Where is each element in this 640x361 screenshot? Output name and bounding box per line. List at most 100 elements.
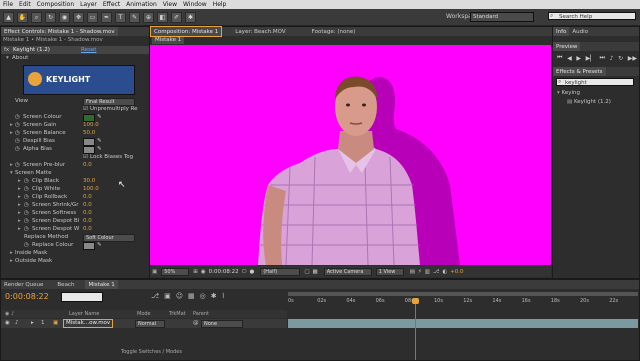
menu-file[interactable]: File (3, 1, 13, 8)
menu-animation[interactable]: Animation (126, 1, 157, 8)
stopwatch-icon[interactable]: ◷ (15, 129, 20, 137)
stopwatch-icon[interactable]: ◷ (24, 209, 29, 217)
selection-tool-icon[interactable]: ▲ (3, 11, 14, 23)
visibility-eye-icon[interactable]: ◉ (5, 320, 10, 326)
camera-snapshot-icon[interactable]: ⎔ (242, 269, 247, 275)
effects-presets-tab[interactable]: Effects & Presets (553, 67, 606, 76)
composition-tab[interactable]: Composition: Mistake 1 (150, 26, 223, 37)
brainstorm-icon[interactable]: ✱ (211, 292, 217, 300)
menu-help[interactable]: Help (213, 1, 227, 8)
next-frame-icon[interactable]: ▶▏ (586, 55, 595, 62)
roto-brush-icon[interactable]: ✐ (171, 11, 182, 23)
motion-blur-icon[interactable]: ◎ (200, 292, 206, 300)
expand-triangle-icon[interactable]: ▸ (10, 121, 13, 129)
screen-softness-value[interactable]: 0.0 (83, 209, 92, 217)
transparency-grid-icon[interactable]: ▦ (313, 269, 318, 275)
views-dropdown[interactable]: 1 View (375, 267, 404, 276)
stopwatch-icon[interactable]: ◷ (15, 145, 20, 153)
stopwatch-icon[interactable]: ◷ (24, 241, 29, 249)
expand-triangle-icon[interactable]: ▾ (557, 90, 560, 96)
prev-frame-icon[interactable]: ◀ (567, 55, 572, 62)
stopwatch-icon[interactable]: ◷ (15, 121, 20, 129)
screen-preblur-value[interactable]: 0.0 (83, 161, 92, 169)
expand-triangle-icon[interactable]: ▸ (10, 249, 13, 257)
despot-black-value[interactable]: 0.0 (83, 217, 92, 225)
stopwatch-icon[interactable]: ◷ (24, 185, 29, 193)
type-tool-icon[interactable]: T (115, 11, 126, 23)
eyedropper-icon[interactable]: ✎ (97, 137, 102, 145)
expand-triangle-icon[interactable]: ▸ (18, 177, 21, 185)
menu-window[interactable]: Window (183, 1, 207, 8)
ram-preview-icon[interactable]: ▶▶ (628, 55, 637, 62)
reset-link[interactable]: Reset (81, 46, 96, 54)
expand-triangle-icon[interactable]: ▸ (31, 320, 34, 326)
stopwatch-icon[interactable]: ◷ (24, 193, 29, 201)
flowchart-icon[interactable]: ⎇ (433, 269, 439, 275)
clone-tool-icon[interactable]: ⊕ (143, 11, 154, 23)
info-tab[interactable]: Info (553, 27, 570, 36)
snapshot-icon[interactable]: ◉ (201, 269, 206, 275)
menu-view[interactable]: View (163, 1, 177, 8)
layer-row[interactable]: ◉ ♪ ▸ 1 ▣ Mistak...ow.mov Normal @ None (1, 319, 287, 328)
menu-composition[interactable]: Composition (37, 1, 74, 8)
expand-triangle-icon[interactable]: ▸ (18, 193, 21, 201)
expand-triangle-icon[interactable]: ▾ (10, 169, 13, 177)
eraser-tool-icon[interactable]: ◧ (157, 11, 168, 23)
clip-rollback-value[interactable]: 0.0 (83, 193, 92, 201)
toggle-switches-modes-button[interactable]: Toggle Switches / Modes (121, 349, 182, 355)
grid-icon[interactable]: ⊞ (193, 269, 198, 275)
playhead-handle[interactable] (412, 298, 420, 304)
work-area-bar[interactable] (288, 292, 638, 296)
workspace-select[interactable]: Standard (470, 12, 534, 22)
lock-biases-checkbox[interactable]: ☑ (83, 153, 88, 161)
layer-duration-bar[interactable] (288, 319, 638, 328)
expand-triangle-icon[interactable]: ▸ (18, 225, 21, 233)
layer-tab[interactable]: Layer: Beach.MOV (232, 29, 288, 35)
layer-mode-dropdown[interactable]: Normal (135, 320, 165, 328)
parent-pickwhip-icon[interactable]: @ (193, 320, 199, 326)
expand-triangle-icon[interactable]: ▸ (18, 185, 21, 193)
eyedropper-icon[interactable]: ✎ (97, 241, 102, 249)
eyedropper-icon[interactable]: ✎ (97, 145, 102, 153)
audio-toggle-icon[interactable]: ♪ (15, 320, 19, 326)
mistake-timeline-tab[interactable]: Mistake 1 (85, 280, 118, 289)
last-frame-icon[interactable]: ⏭ (600, 54, 605, 62)
clip-black-value[interactable]: 30.0 (83, 177, 95, 185)
expand-triangle-icon[interactable]: ▸ (10, 129, 13, 137)
screen-shrink-value[interactable]: 0.0 (83, 201, 92, 209)
exposure-value[interactable]: +0.0 (450, 269, 463, 275)
stopwatch-icon[interactable]: ◷ (24, 177, 29, 185)
toggle-pixel-icon[interactable]: ▤ (410, 269, 415, 275)
stopwatch-icon[interactable]: ◷ (15, 113, 20, 121)
preview-tab[interactable]: Preview (553, 42, 581, 51)
effect-controls-tab[interactable]: Effect Controls: Mistake 1 - Shadow.mov (1, 27, 118, 36)
mistake-sub-tab[interactable]: Mistake 1 (152, 37, 185, 44)
beach-tab[interactable]: Beach (54, 282, 77, 288)
expand-triangle-icon[interactable]: ▾ (6, 54, 9, 62)
effects-search-input[interactable]: keylight (556, 78, 634, 86)
pan-behind-tool-icon[interactable]: ✥ (73, 11, 84, 23)
expand-triangle-icon[interactable]: ▸ (18, 201, 21, 209)
hand-tool-icon[interactable]: ✋ (17, 11, 28, 23)
resolution-dropdown[interactable]: (Half) (260, 267, 301, 276)
expand-triangle-icon[interactable]: ▸ (10, 257, 13, 265)
comp-flowchart-icon[interactable]: ⎇ (151, 292, 159, 300)
frame-blending-icon[interactable]: ▦ (188, 292, 195, 300)
pen-tool-icon[interactable]: ✒ (101, 11, 112, 23)
rotate-tool-icon[interactable]: ↻ (45, 11, 56, 23)
menu-edit[interactable]: Edit (19, 1, 31, 8)
exposure-icon[interactable]: ◐ (442, 269, 447, 275)
comp-timecode[interactable]: 0:00:08:22 (209, 269, 239, 275)
menu-layer[interactable]: Layer (80, 1, 97, 8)
loop-icon[interactable]: ↻ (618, 55, 623, 62)
keying-category[interactable]: ▾ Keying (557, 90, 580, 96)
menu-effect[interactable]: Effect (103, 1, 120, 8)
search-help-input[interactable]: Search Help (548, 12, 636, 20)
camera-dropdown[interactable]: Active Camera (323, 267, 372, 276)
timeline-timecode[interactable]: 0:00:08:22 (5, 292, 49, 301)
play-icon[interactable]: ▶ (576, 55, 581, 62)
eyedropper-icon[interactable]: ✎ (97, 113, 102, 121)
expand-triangle-icon[interactable]: ▸ (18, 209, 21, 217)
effect-header-row[interactable]: fx Keylight (1.2) Reset (1, 46, 149, 54)
graph-editor-icon[interactable]: ⌇ (222, 292, 225, 300)
